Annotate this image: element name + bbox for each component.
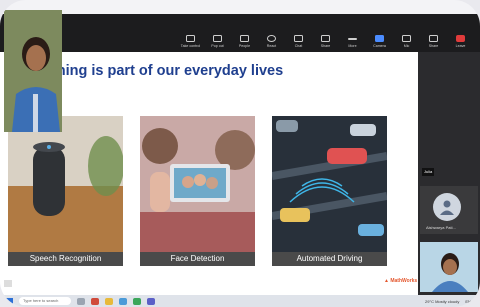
person-icon [440, 200, 454, 215]
attendee-name: Aishwarya Pati... [426, 225, 456, 230]
chat-button[interactable]: Chat [285, 35, 312, 48]
react-icon [267, 35, 276, 42]
avatar [433, 193, 461, 221]
card-caption: Automated Driving [272, 252, 387, 266]
self-video-tile[interactable] [4, 10, 62, 132]
chrome-icon[interactable] [133, 297, 141, 305]
people-button[interactable]: People [231, 35, 258, 48]
windows-taskbar: Type here to search 29°C Mostly cloudy E… [0, 295, 480, 307]
search-input[interactable]: Type here to search [19, 297, 71, 305]
edge-icon[interactable] [91, 297, 99, 305]
leave-button[interactable]: Leave [447, 35, 474, 48]
participant-video-tile[interactable] [420, 242, 478, 292]
more-icon [348, 38, 357, 40]
face-detection-card: Face Detection [140, 116, 255, 266]
take-control-button[interactable]: Take control [177, 35, 204, 48]
share-screen-button[interactable]: Share [420, 35, 447, 48]
people-icon [240, 35, 249, 42]
teams-icon[interactable] [147, 297, 155, 305]
remote-control-icon [186, 35, 195, 42]
card-caption: Speech Recognition [8, 252, 123, 266]
more-button[interactable]: More [339, 36, 366, 48]
traffic-radar-image [272, 116, 387, 252]
store-icon[interactable] [119, 297, 127, 305]
self-name-label: Julia [422, 168, 435, 176]
card-caption: Face Detection [140, 252, 255, 266]
mic-off-icon [402, 35, 411, 42]
chat-icon [294, 35, 303, 42]
selfie-image [140, 116, 255, 252]
speech-recognition-card: Speech Recognition [8, 116, 123, 266]
slide-corner-mark [4, 280, 12, 287]
weather-widget[interactable]: 29°C Mostly cloudy [425, 299, 459, 304]
explorer-icon[interactable] [105, 297, 113, 305]
smart-speaker-image [8, 116, 123, 252]
meeting-window: ib Take control Pop out People React Cha… [0, 0, 480, 307]
meeting-toolbar: ib Take control Pop out People React Cha… [0, 14, 480, 52]
system-tray-clock[interactable]: ENG [465, 299, 474, 304]
share-icon [321, 35, 330, 42]
mathworks-logo: ▲ MathWorks [384, 278, 418, 284]
start-icon[interactable] [6, 297, 13, 305]
automated-driving-card: Automated Driving [272, 116, 387, 266]
pop-out-icon [213, 35, 222, 42]
react-button[interactable]: React [258, 35, 285, 48]
share-screen-icon [429, 35, 438, 42]
phone-hangup-icon [456, 35, 465, 42]
shared-slide: ep learning is part of our everyday live… [0, 52, 418, 295]
task-view-icon[interactable] [77, 297, 85, 305]
pop-out-button[interactable]: Pop out [204, 35, 231, 48]
camera-button[interactable]: Camera [366, 35, 393, 48]
share-button[interactable]: Share [312, 35, 339, 48]
mic-button[interactable]: Mic [393, 35, 420, 48]
camera-icon [375, 35, 384, 42]
